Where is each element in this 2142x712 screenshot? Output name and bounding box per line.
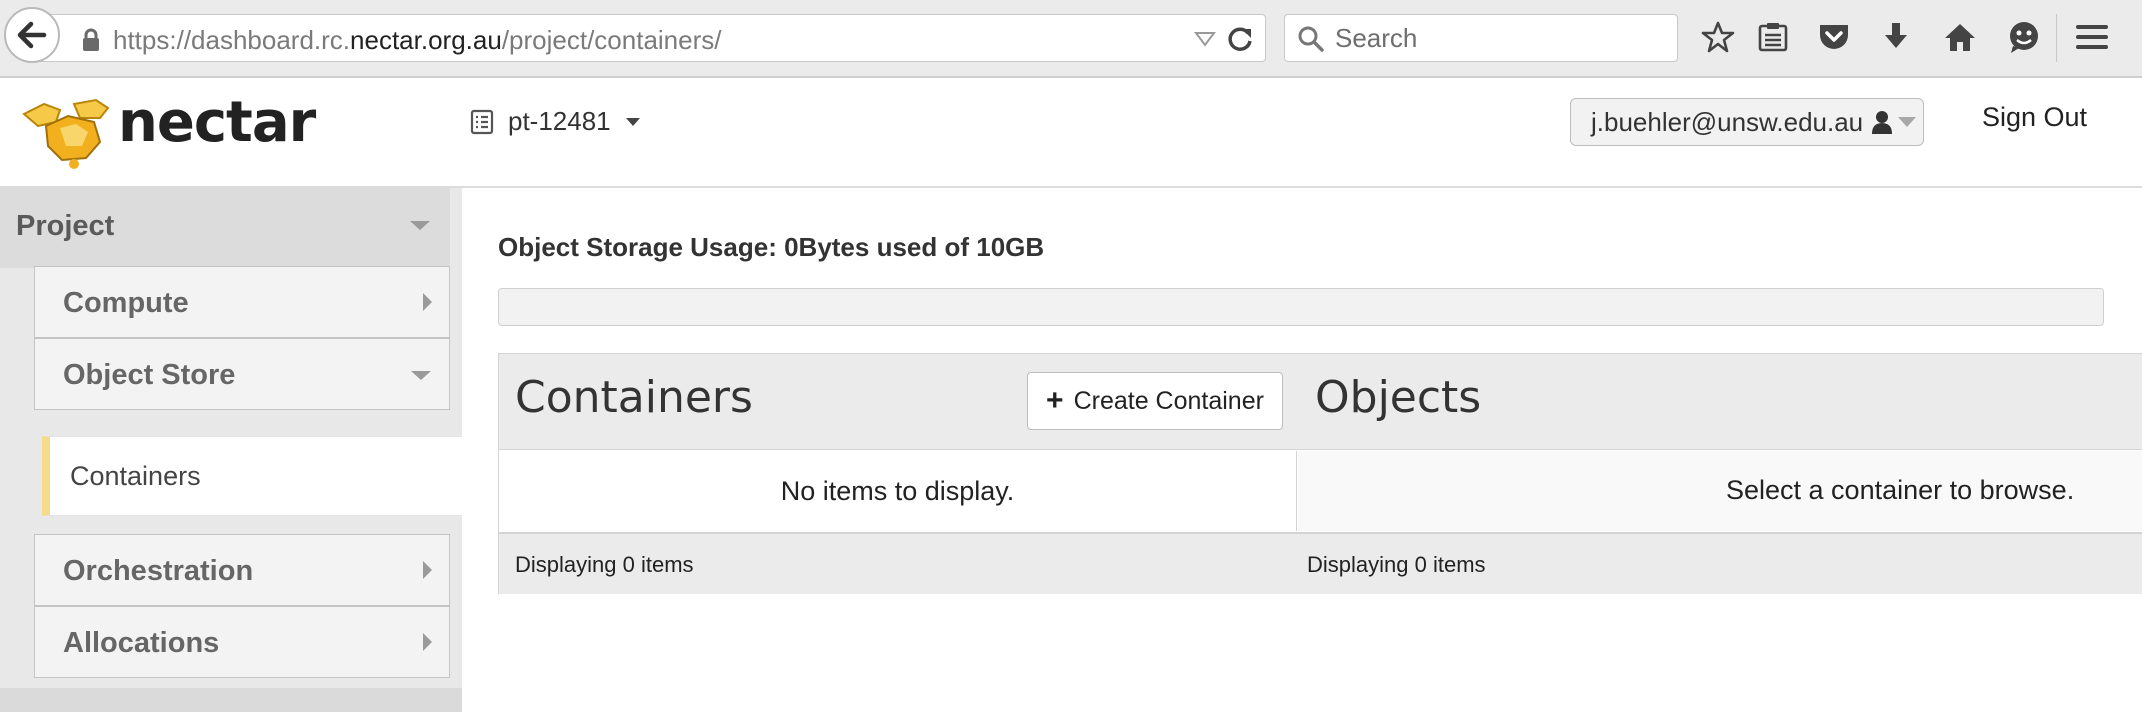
user-email: j.buehler@unsw.edu.au bbox=[1591, 106, 1864, 137]
back-arrow-icon bbox=[17, 21, 47, 49]
search-icon bbox=[1297, 25, 1325, 58]
lock-icon bbox=[81, 28, 101, 57]
sidebar-bottom-edge bbox=[0, 688, 462, 712]
star-icon[interactable] bbox=[1700, 19, 1736, 55]
menu-icon[interactable] bbox=[2074, 19, 2110, 55]
url-bar[interactable]: https://dashboard.rc.nectar.org.au/proje… bbox=[36, 14, 1266, 62]
sidebar-item-object-store[interactable]: Object Store bbox=[34, 338, 450, 410]
objects-title: Objects bbox=[1315, 372, 1482, 423]
app-header: nectar pt-12481 j.buehler@unsw.edu.au Si… bbox=[0, 78, 2142, 188]
project-list-icon bbox=[470, 109, 494, 134]
sidebar-project-header[interactable]: Project bbox=[0, 188, 450, 268]
sidebar-item-label: Allocations bbox=[63, 627, 220, 659]
objects-count: Displaying 0 items bbox=[1307, 552, 1486, 577]
objects-list: Select a container to browse. bbox=[1298, 451, 2142, 531]
caret-down-icon bbox=[411, 371, 431, 380]
download-icon[interactable] bbox=[1878, 19, 1914, 55]
home-icon[interactable] bbox=[1942, 19, 1978, 55]
caret-right-icon bbox=[423, 561, 432, 579]
panel-header: Containers + Create Container Objects bbox=[499, 354, 2142, 450]
toolbar-separator bbox=[2056, 14, 2057, 62]
sidebar-item-allocations[interactable]: Allocations bbox=[34, 606, 450, 678]
sidebar-item-containers[interactable]: Containers bbox=[42, 436, 462, 516]
sidebar-project-label: Project bbox=[16, 210, 115, 242]
url-text[interactable]: https://dashboard.rc.nectar.org.au/proje… bbox=[113, 25, 721, 56]
panel-footer: Displaying 0 items Displaying 0 items bbox=[499, 532, 2142, 594]
caret-right-icon bbox=[423, 633, 432, 651]
objects-empty-message: Select a container to browse. bbox=[1726, 475, 2075, 505]
pocket-icon[interactable] bbox=[1816, 19, 1852, 55]
logo-text: nectar bbox=[118, 90, 316, 155]
project-selector[interactable]: pt-12481 bbox=[470, 106, 641, 137]
chat-icon[interactable] bbox=[2006, 19, 2042, 55]
plus-icon: + bbox=[1046, 384, 1064, 417]
sidebar-item-orchestration[interactable]: Orchestration bbox=[34, 534, 450, 606]
containers-list: No items to display. bbox=[499, 451, 1297, 531]
user-icon bbox=[1872, 111, 1893, 134]
containers-count: Displaying 0 items bbox=[515, 552, 694, 577]
caret-down-icon bbox=[1898, 117, 1917, 127]
create-container-button[interactable]: + Create Container bbox=[1027, 372, 1283, 430]
user-menu-button[interactable]: j.buehler@unsw.edu.au bbox=[1570, 98, 1924, 146]
caret-down-icon bbox=[410, 221, 430, 230]
search-input[interactable] bbox=[1335, 23, 1665, 53]
browser-toolbar: https://dashboard.rc.nectar.org.au/proje… bbox=[0, 0, 2142, 78]
reload-icon[interactable] bbox=[1226, 25, 1254, 58]
sidebar-item-label: Object Store bbox=[63, 359, 236, 391]
project-name: pt-12481 bbox=[508, 106, 611, 136]
storage-usage-bar bbox=[498, 288, 2104, 326]
sidebar-item-label: Containers bbox=[70, 461, 201, 491]
containers-objects-panel: Containers + Create Container Objects No… bbox=[498, 353, 2142, 594]
reading-list-icon[interactable] bbox=[1755, 19, 1791, 55]
containers-title: Containers bbox=[515, 372, 753, 423]
storage-usage-title: Object Storage Usage: 0Bytes used of 10G… bbox=[498, 232, 1045, 262]
back-button[interactable] bbox=[4, 7, 60, 63]
caret-right-icon bbox=[423, 293, 432, 311]
sidebar-item-label: Compute bbox=[63, 287, 189, 319]
nectar-logo-icon[interactable] bbox=[16, 96, 126, 175]
sidebar-item-label: Orchestration bbox=[63, 555, 254, 587]
chevron-down-icon bbox=[625, 117, 640, 126]
sidebar-item-compute[interactable]: Compute bbox=[34, 266, 450, 338]
url-dropdown-icon[interactable] bbox=[1194, 31, 1216, 52]
sidebar: Project Compute Object Store Containers … bbox=[0, 188, 462, 712]
create-container-label: Create Container bbox=[1073, 386, 1264, 415]
containers-empty-message: No items to display. bbox=[780, 475, 1015, 506]
sign-out-link[interactable]: Sign Out bbox=[1982, 102, 2087, 133]
browser-search-field[interactable] bbox=[1284, 14, 1678, 62]
